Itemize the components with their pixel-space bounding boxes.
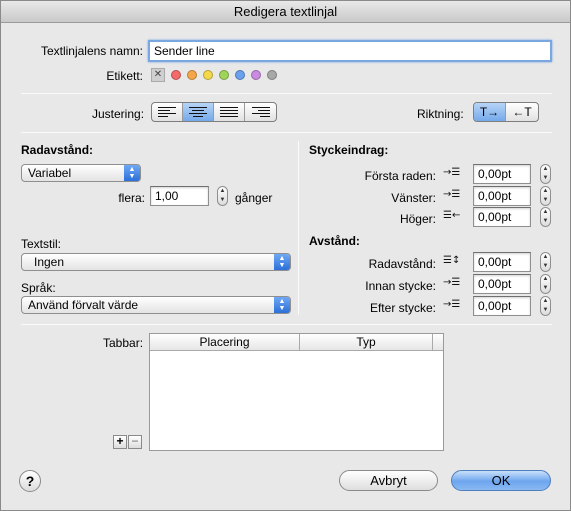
line-spacing-mode-popup[interactable]: Variabel ▲ ▼ — [21, 164, 141, 182]
right-indent-stepper[interactable]: ▲ ▼ — [540, 207, 551, 227]
first-line-input[interactable]: 0,00pt — [473, 164, 531, 184]
window-title: Redigera textlinjal — [1, 1, 570, 23]
line-spacing-pt-input[interactable]: 0,00pt — [473, 252, 531, 272]
left-indent-input[interactable]: 0,00pt — [473, 186, 531, 206]
no-label-icon[interactable]: ✕ — [151, 68, 165, 82]
label-color-purple[interactable] — [251, 70, 261, 80]
align-left-icon — [158, 106, 176, 118]
direction-label: Riktning: — [417, 107, 464, 121]
first-line-indent-icon: →☰ — [443, 167, 461, 178]
tabs-label: Tabbar: — [103, 336, 144, 350]
label-color-green[interactable] — [219, 70, 229, 80]
multiple-unit: gånger — [235, 191, 273, 205]
label-color-red[interactable] — [171, 70, 181, 80]
after-paragraph-icon: →☰ — [443, 299, 461, 310]
align-right-button[interactable] — [245, 103, 276, 121]
align-right-icon — [251, 106, 270, 118]
before-paragraph-stepper[interactable]: ▲ ▼ — [540, 274, 551, 294]
language-label: Språk: — [21, 281, 56, 295]
cancel-button[interactable]: Avbryt — [339, 470, 438, 491]
direction-segmented-control: T→ ←T — [473, 102, 539, 122]
label-color-orange[interactable] — [187, 70, 197, 80]
text-style-label: Textstil: — [21, 237, 62, 251]
after-paragraph-stepper[interactable]: ▲ ▼ — [540, 296, 551, 316]
align-justify-button[interactable] — [214, 103, 245, 121]
line-spacing-pt-stepper[interactable]: ▲ ▼ — [540, 252, 551, 272]
label-color-gray[interactable] — [267, 70, 277, 80]
separator — [21, 132, 552, 133]
line-spacing-pt-label: Radavstånd: — [368, 257, 436, 271]
label-color-yellow[interactable] — [203, 70, 213, 80]
rtl-button[interactable]: ←T — [506, 103, 538, 121]
ok-button[interactable]: OK — [451, 470, 551, 491]
ruler-name-input[interactable]: Sender line — [148, 40, 552, 62]
before-paragraph-label: Innan stycke: — [365, 279, 436, 293]
first-line-label: Första raden: — [364, 169, 436, 183]
indent-header: Styckeindrag: — [309, 143, 389, 157]
tabs-table[interactable]: Placering Typ — [149, 333, 444, 451]
right-indent-input[interactable]: 0,00pt — [473, 207, 531, 227]
add-tab-button[interactable]: + — [113, 435, 127, 449]
align-left-button[interactable] — [152, 103, 183, 121]
right-indent-icon: ☰← — [443, 210, 461, 221]
label-color-picker: ✕ — [151, 68, 283, 82]
language-value: Använd förvalt värde — [28, 298, 139, 312]
multiple-label: flera: — [118, 191, 145, 205]
column-separator — [298, 141, 299, 315]
help-button[interactable]: ? — [19, 470, 41, 492]
language-popup[interactable]: Använd förvalt värde ▲ ▼ — [21, 296, 291, 314]
column-header-type[interactable]: Typ — [300, 334, 433, 351]
popup-arrows-icon: ▲ ▼ — [124, 165, 140, 181]
alignment-label: Justering: — [92, 107, 145, 121]
label-color-blue[interactable] — [235, 70, 245, 80]
left-indent-label: Vänster: — [391, 191, 436, 205]
line-spacing-header: Radavstånd: — [21, 143, 94, 157]
left-indent-stepper[interactable]: ▲ ▼ — [540, 186, 551, 206]
text-style-popup[interactable]: Ingen ▲ ▼ — [21, 253, 291, 271]
separator — [21, 93, 552, 94]
column-header-filler — [433, 334, 443, 351]
first-line-stepper[interactable]: ▲ ▼ — [540, 164, 551, 184]
multiple-stepper[interactable]: ▲ ▼ — [217, 186, 228, 206]
popup-arrows-icon: ▲ ▼ — [274, 297, 290, 313]
left-indent-icon: →☰ — [443, 189, 461, 200]
align-center-icon — [189, 106, 207, 118]
ruler-name-label: Textlinjalens namn: — [40, 44, 143, 58]
separator — [21, 324, 552, 325]
align-justify-icon — [220, 106, 238, 118]
after-paragraph-label: Efter stycke: — [369, 301, 436, 315]
line-spacing-mode-value: Variabel — [28, 166, 72, 180]
column-header-placement[interactable]: Placering — [150, 334, 300, 351]
dialog-window: Redigera textlinjal Textlinjalens namn: … — [0, 0, 571, 511]
before-paragraph-input[interactable]: 0,00pt — [473, 274, 531, 294]
align-center-button[interactable] — [183, 103, 214, 121]
right-indent-label: Höger: — [399, 212, 436, 226]
after-paragraph-input[interactable]: 0,00pt — [473, 296, 531, 316]
alignment-segmented-control — [151, 102, 277, 122]
multiple-input[interactable]: 1,00 — [150, 186, 209, 206]
text-style-value: Ingen — [34, 255, 65, 269]
label-tag-label: Etikett: — [106, 69, 143, 83]
remove-tab-button[interactable]: − — [128, 435, 142, 449]
popup-arrows-icon: ▲ ▼ — [274, 254, 290, 270]
line-spacing-icon: ☰↕ — [443, 255, 461, 266]
ltr-button[interactable]: T→ — [474, 103, 506, 121]
spacing-header: Avstånd: — [309, 234, 360, 248]
before-paragraph-icon: →☰ — [443, 277, 461, 288]
